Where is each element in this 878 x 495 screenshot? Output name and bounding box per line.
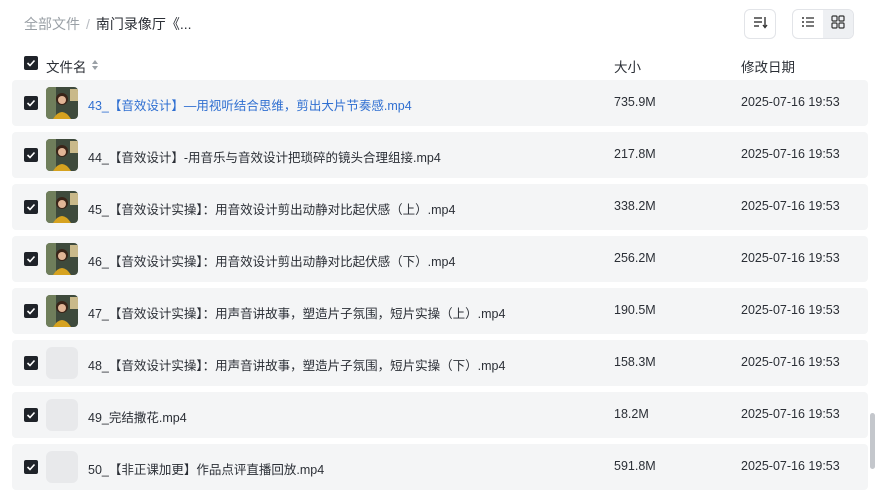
video-thumbnail: [46, 243, 78, 275]
row-checkbox[interactable]: [24, 148, 38, 162]
breadcrumb-separator: /: [86, 16, 90, 32]
row-checkbox[interactable]: [24, 200, 38, 214]
sort-button[interactable]: [744, 9, 776, 39]
breadcrumb-root[interactable]: 全部文件: [24, 16, 80, 32]
file-modified-date: 2025-07-16 19:53: [741, 95, 840, 109]
row-checkbox[interactable]: [24, 96, 38, 110]
file-placeholder-icon: [46, 347, 78, 379]
row-checkbox[interactable]: [24, 304, 38, 318]
scrollbar[interactable]: [870, 413, 875, 469]
file-name[interactable]: 46_【音效设计实操】：用音效设计剪出动静对比起伏感（下）.mp4: [88, 251, 455, 270]
grid-view-button[interactable]: [823, 10, 853, 38]
file-placeholder-icon: [46, 399, 78, 431]
file-modified-date: 2025-07-16 19:53: [741, 303, 840, 317]
file-modified-date: 2025-07-16 19:53: [741, 251, 840, 265]
file-placeholder-icon: [46, 451, 78, 483]
file-name[interactable]: 50_【非正课加更】作品点评直播回放.mp4: [88, 459, 324, 478]
file-modified-date: 2025-07-16 19:53: [741, 407, 840, 421]
table-row[interactable]: 47_【音效设计实操】：用声音讲故事，塑造片子氛围，短片实操（上）.mp4 190…: [12, 288, 868, 334]
file-size: 158.3M: [614, 355, 656, 369]
top-bar: 全部文件 / 南门录像厅《...: [0, 0, 878, 48]
header-name[interactable]: 文件名: [46, 56, 99, 76]
file-name[interactable]: 48_【音效设计实操】：用声音讲故事，塑造片子氛围，短片实操（下）.mp4: [88, 355, 505, 374]
file-name[interactable]: 43_【音效设计】—用视听结合思维，剪出大片节奏感.mp4: [88, 95, 412, 114]
header-modified[interactable]: 修改日期: [741, 56, 795, 76]
file-modified-date: 2025-07-16 19:53: [741, 199, 840, 213]
file-size: 18.2M: [614, 407, 649, 421]
sort-toggle-icon: [91, 59, 99, 74]
row-checkbox[interactable]: [24, 252, 38, 266]
breadcrumb-current: 南门录像厅《...: [95, 16, 192, 32]
grid-view-icon: [831, 14, 845, 34]
file-name[interactable]: 47_【音效设计实操】：用声音讲故事，塑造片子氛围，短片实操（上）.mp4: [88, 303, 505, 322]
file-size: 735.9M: [614, 95, 656, 109]
table-row[interactable]: 50_【非正课加更】作品点评直播回放.mp4 591.8M 2025-07-16 1…: [12, 444, 868, 490]
table-row[interactable]: 43_【音效设计】—用视听结合思维，剪出大片节奏感.mp4 735.9M 2025-…: [12, 80, 868, 126]
table-row[interactable]: 46_【音效设计实操】：用音效设计剪出动静对比起伏感（下）.mp4 256.2M 2…: [12, 236, 868, 282]
video-thumbnail: [46, 295, 78, 327]
row-checkbox[interactable]: [24, 356, 38, 370]
file-size: 591.8M: [614, 459, 656, 473]
row-checkbox[interactable]: [24, 408, 38, 422]
file-modified-date: 2025-07-16 19:53: [741, 355, 840, 369]
video-thumbnail: [46, 87, 78, 119]
list-view-icon: [801, 15, 815, 34]
file-size: 190.5M: [614, 303, 656, 317]
select-all-checkbox[interactable]: [24, 56, 38, 70]
list-view-button[interactable]: [793, 10, 823, 38]
file-name[interactable]: 45_【音效设计实操】：用音效设计剪出动静对比起伏感（上）.mp4: [88, 199, 455, 218]
video-thumbnail: [46, 139, 78, 171]
sort-icon: [752, 14, 768, 35]
video-thumbnail: [46, 191, 78, 223]
file-size: 217.8M: [614, 147, 656, 161]
view-toggle: [792, 9, 854, 39]
header-name-label: 文件名: [46, 60, 87, 75]
file-size: 256.2M: [614, 251, 656, 265]
breadcrumb: 全部文件 / 南门录像厅《...: [24, 14, 192, 34]
table-row[interactable]: 48_【音效设计实操】：用声音讲故事，塑造片子氛围，短片实操（下）.mp4 158…: [12, 340, 868, 386]
file-size: 338.2M: [614, 199, 656, 213]
table-row[interactable]: 49_完结撒花.mp4 18.2M 2025-07-16 19:53: [12, 392, 868, 438]
file-name[interactable]: 44_【音效设计】-用音乐与音效设计把琐碎的镜头合理组接.mp4: [88, 147, 441, 166]
table-row[interactable]: 45_【音效设计实操】：用音效设计剪出动静对比起伏感（上）.mp4 338.2M 2…: [12, 184, 868, 230]
file-modified-date: 2025-07-16 19:53: [741, 459, 840, 473]
row-checkbox[interactable]: [24, 460, 38, 474]
file-modified-date: 2025-07-16 19:53: [741, 147, 840, 161]
header-size[interactable]: 大小: [614, 56, 641, 76]
file-name[interactable]: 49_完结撒花.mp4: [88, 407, 187, 426]
table-header: 文件名 大小 修改日期: [0, 48, 878, 80]
table-row[interactable]: 44_【音效设计】-用音乐与音效设计把琐碎的镜头合理组接.mp4 217.8M 20…: [12, 132, 868, 178]
